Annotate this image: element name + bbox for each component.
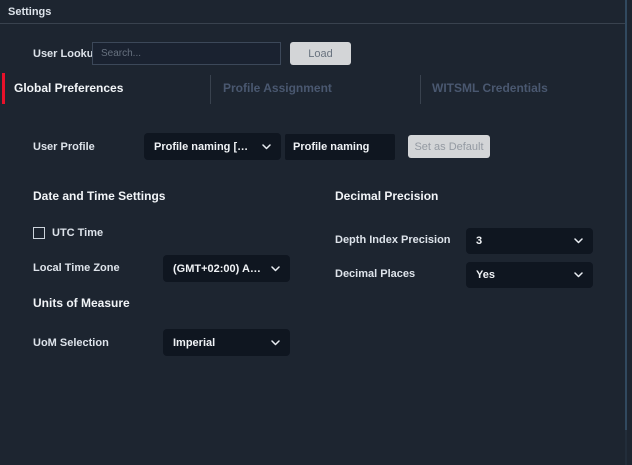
tab-divider [420, 75, 421, 104]
tab-global-preferences-label: Global Preferences [14, 81, 123, 95]
chevron-down-icon [574, 272, 583, 278]
tab-witsml-credentials[interactable]: WITSML Credentials [432, 72, 548, 104]
profile-name-input[interactable] [285, 134, 395, 160]
depth-index-precision-select[interactable]: 3 [466, 228, 593, 254]
decimal-places-select[interactable]: Yes [466, 262, 593, 288]
utc-time-checkbox[interactable]: UTC Time [33, 227, 103, 239]
user-lookup-search-input[interactable] [92, 42, 281, 65]
local-time-zone-label: Local Time Zone [33, 262, 120, 274]
chevron-down-icon [271, 266, 280, 272]
date-time-settings-heading: Date and Time Settings [33, 189, 165, 203]
depth-index-precision-value: 3 [476, 235, 482, 247]
page-title: Settings [8, 6, 51, 18]
tab-global-preferences[interactable]: Global Preferences [14, 72, 123, 104]
units-of-measure-heading: Units of Measure [33, 296, 130, 310]
local-time-zone-select[interactable]: (GMT+02:00) Amman [163, 255, 290, 282]
tab-witsml-credentials-label: WITSML Credentials [432, 81, 548, 95]
user-lookup-label: User Lookup [33, 48, 100, 60]
checkbox-icon [33, 227, 45, 239]
user-profile-select[interactable]: Profile naming [Def... [144, 133, 281, 160]
chevron-down-icon [271, 340, 280, 346]
set-as-default-button[interactable]: Set as Default [408, 135, 490, 158]
user-profile-select-value: Profile naming [Def... [154, 141, 256, 153]
user-profile-label: User Profile [33, 141, 95, 153]
header-divider [0, 23, 625, 24]
depth-index-precision-label: Depth Index Precision [335, 234, 451, 246]
settings-panel: Settings User Lookup Load Global Prefere… [0, 0, 632, 465]
scrollbar-thumb[interactable] [625, 0, 627, 430]
uom-selection-label: UoM Selection [33, 337, 109, 349]
uom-selection-select[interactable]: Imperial [163, 329, 290, 356]
tab-divider [210, 75, 211, 104]
chevron-down-icon [574, 238, 583, 244]
local-time-zone-value: (GMT+02:00) Amman [173, 263, 265, 275]
decimal-places-value: Yes [476, 269, 495, 281]
decimal-places-label: Decimal Places [335, 268, 415, 280]
uom-selection-value: Imperial [173, 337, 215, 349]
active-tab-indicator [2, 73, 5, 104]
utc-time-label: UTC Time [52, 227, 103, 239]
tab-profile-assignment[interactable]: Profile Assignment [223, 72, 332, 104]
load-button[interactable]: Load [290, 42, 351, 65]
chevron-down-icon [262, 144, 271, 150]
decimal-precision-heading: Decimal Precision [335, 189, 438, 203]
tab-profile-assignment-label: Profile Assignment [223, 81, 332, 95]
